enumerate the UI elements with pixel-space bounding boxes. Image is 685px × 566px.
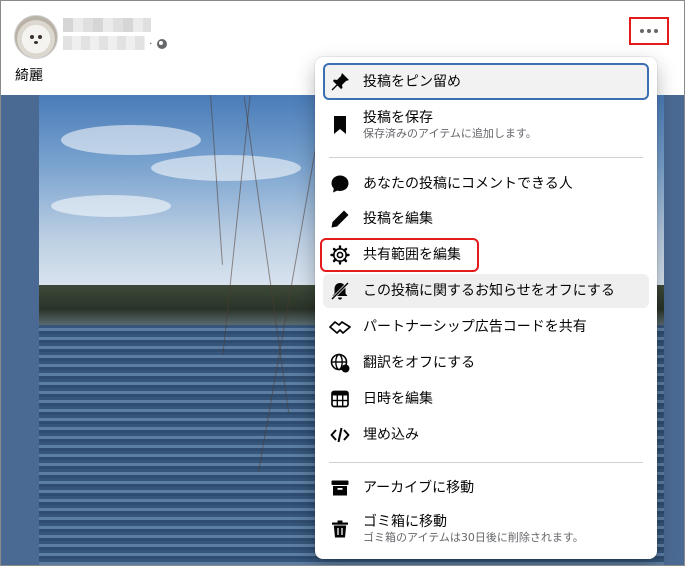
menu-item-turn-off-translation[interactable]: 翻訳をオフにする [323, 346, 649, 380]
menu-item-comment-permissions[interactable]: あなたの投稿にコメントできる人 [323, 167, 649, 201]
post-options-menu: 投稿をピン留め 投稿を保存 保存済みのアイテムに追加します。 あなたの投稿にコメ… [315, 57, 657, 559]
menu-divider [329, 462, 643, 463]
public-globe-icon[interactable] [157, 39, 167, 49]
menu-item-edit-audience[interactable]: 共有範囲を編集 [320, 238, 479, 272]
menu-item-pin-post[interactable]: 投稿をピン留め [323, 63, 649, 100]
code-icon [329, 424, 351, 446]
photo-cloud [151, 155, 301, 181]
menu-item-move-to-trash[interactable]: ゴミ箱に移動 ゴミ箱のアイテムは30日後に削除されます。 [323, 507, 649, 551]
menu-item-move-to-archive[interactable]: アーカイブに移動 [323, 471, 649, 505]
menu-item-embed[interactable]: 埋め込み [323, 418, 649, 452]
comment-icon [329, 173, 351, 195]
bookmark-icon [329, 114, 351, 136]
menu-item-description: 保存済みのアイテムに追加します。 [363, 127, 537, 140]
menu-item-label: 共有範囲を編集 [363, 247, 461, 263]
menu-item-label: 投稿を保存 [363, 110, 433, 126]
menu-item-text: ゴミ箱に移動 ゴミ箱のアイテムは30日後に削除されます。 [363, 513, 584, 545]
bell-off-icon [329, 280, 351, 302]
menu-item-label: 日時を編集 [363, 391, 433, 407]
dot [640, 29, 644, 33]
author-name-blurred[interactable] [63, 18, 151, 32]
menu-item-label: アーカイブに移動 [363, 480, 475, 496]
menu-item-label: 投稿を編集 [363, 211, 433, 227]
menu-divider [329, 157, 643, 158]
calendar-icon [329, 388, 351, 410]
archive-icon [329, 477, 351, 499]
post-card: · 綺麗 投稿をピン留め 投稿を保存 保存済みのアイテムに追加します。 あなたの… [0, 0, 685, 566]
menu-item-edit-date[interactable]: 日時を編集 [323, 382, 649, 416]
avatar[interactable] [14, 15, 58, 59]
post-timestamp-blurred[interactable] [63, 36, 145, 50]
avatar-eye [38, 35, 42, 39]
handshake-icon [329, 316, 351, 338]
photo-cloud [61, 125, 201, 155]
pin-icon [329, 71, 351, 93]
menu-item-turn-off-notifications[interactable]: この投稿に関するお知らせをオフにする [323, 274, 649, 308]
pencil-icon [329, 208, 351, 230]
menu-item-label: 投稿をピン留め [363, 73, 461, 90]
menu-item-label: ゴミ箱に移動 [363, 514, 447, 530]
avatar-nose [34, 41, 38, 44]
menu-item-description: ゴミ箱のアイテムは30日後に削除されます。 [363, 531, 584, 544]
post-text: 綺麗 [15, 68, 43, 84]
meta-separator: · [149, 37, 153, 50]
menu-item-label: 翻訳をオフにする [363, 355, 476, 371]
menu-item-text: 投稿を保存 保存済みのアイテムに追加します。 [363, 109, 537, 141]
photo-backdrop-right [664, 95, 684, 565]
globe-icon [329, 352, 351, 374]
menu-item-share-partnership-code[interactable]: パートナーシップ広告コードを共有 [323, 310, 649, 344]
menu-item-label: あなたの投稿にコメントできる人 [363, 176, 573, 192]
gear-icon [329, 244, 351, 266]
menu-item-label: この投稿に関するお知らせをオフにする [363, 283, 615, 299]
dot [647, 29, 651, 33]
menu-item-save-post[interactable]: 投稿を保存 保存済みのアイテムに追加します。 [323, 103, 649, 147]
more-options-button[interactable] [629, 17, 669, 45]
menu-item-label: 埋め込み [363, 427, 419, 443]
photo-backdrop-left [1, 95, 39, 565]
trash-icon [329, 518, 351, 540]
menu-item-edit-post[interactable]: 投稿を編集 [323, 202, 649, 236]
avatar-eye [30, 35, 34, 39]
dot [654, 29, 658, 33]
menu-item-label: パートナーシップ広告コードを共有 [363, 319, 587, 335]
photo-cloud [51, 195, 171, 217]
